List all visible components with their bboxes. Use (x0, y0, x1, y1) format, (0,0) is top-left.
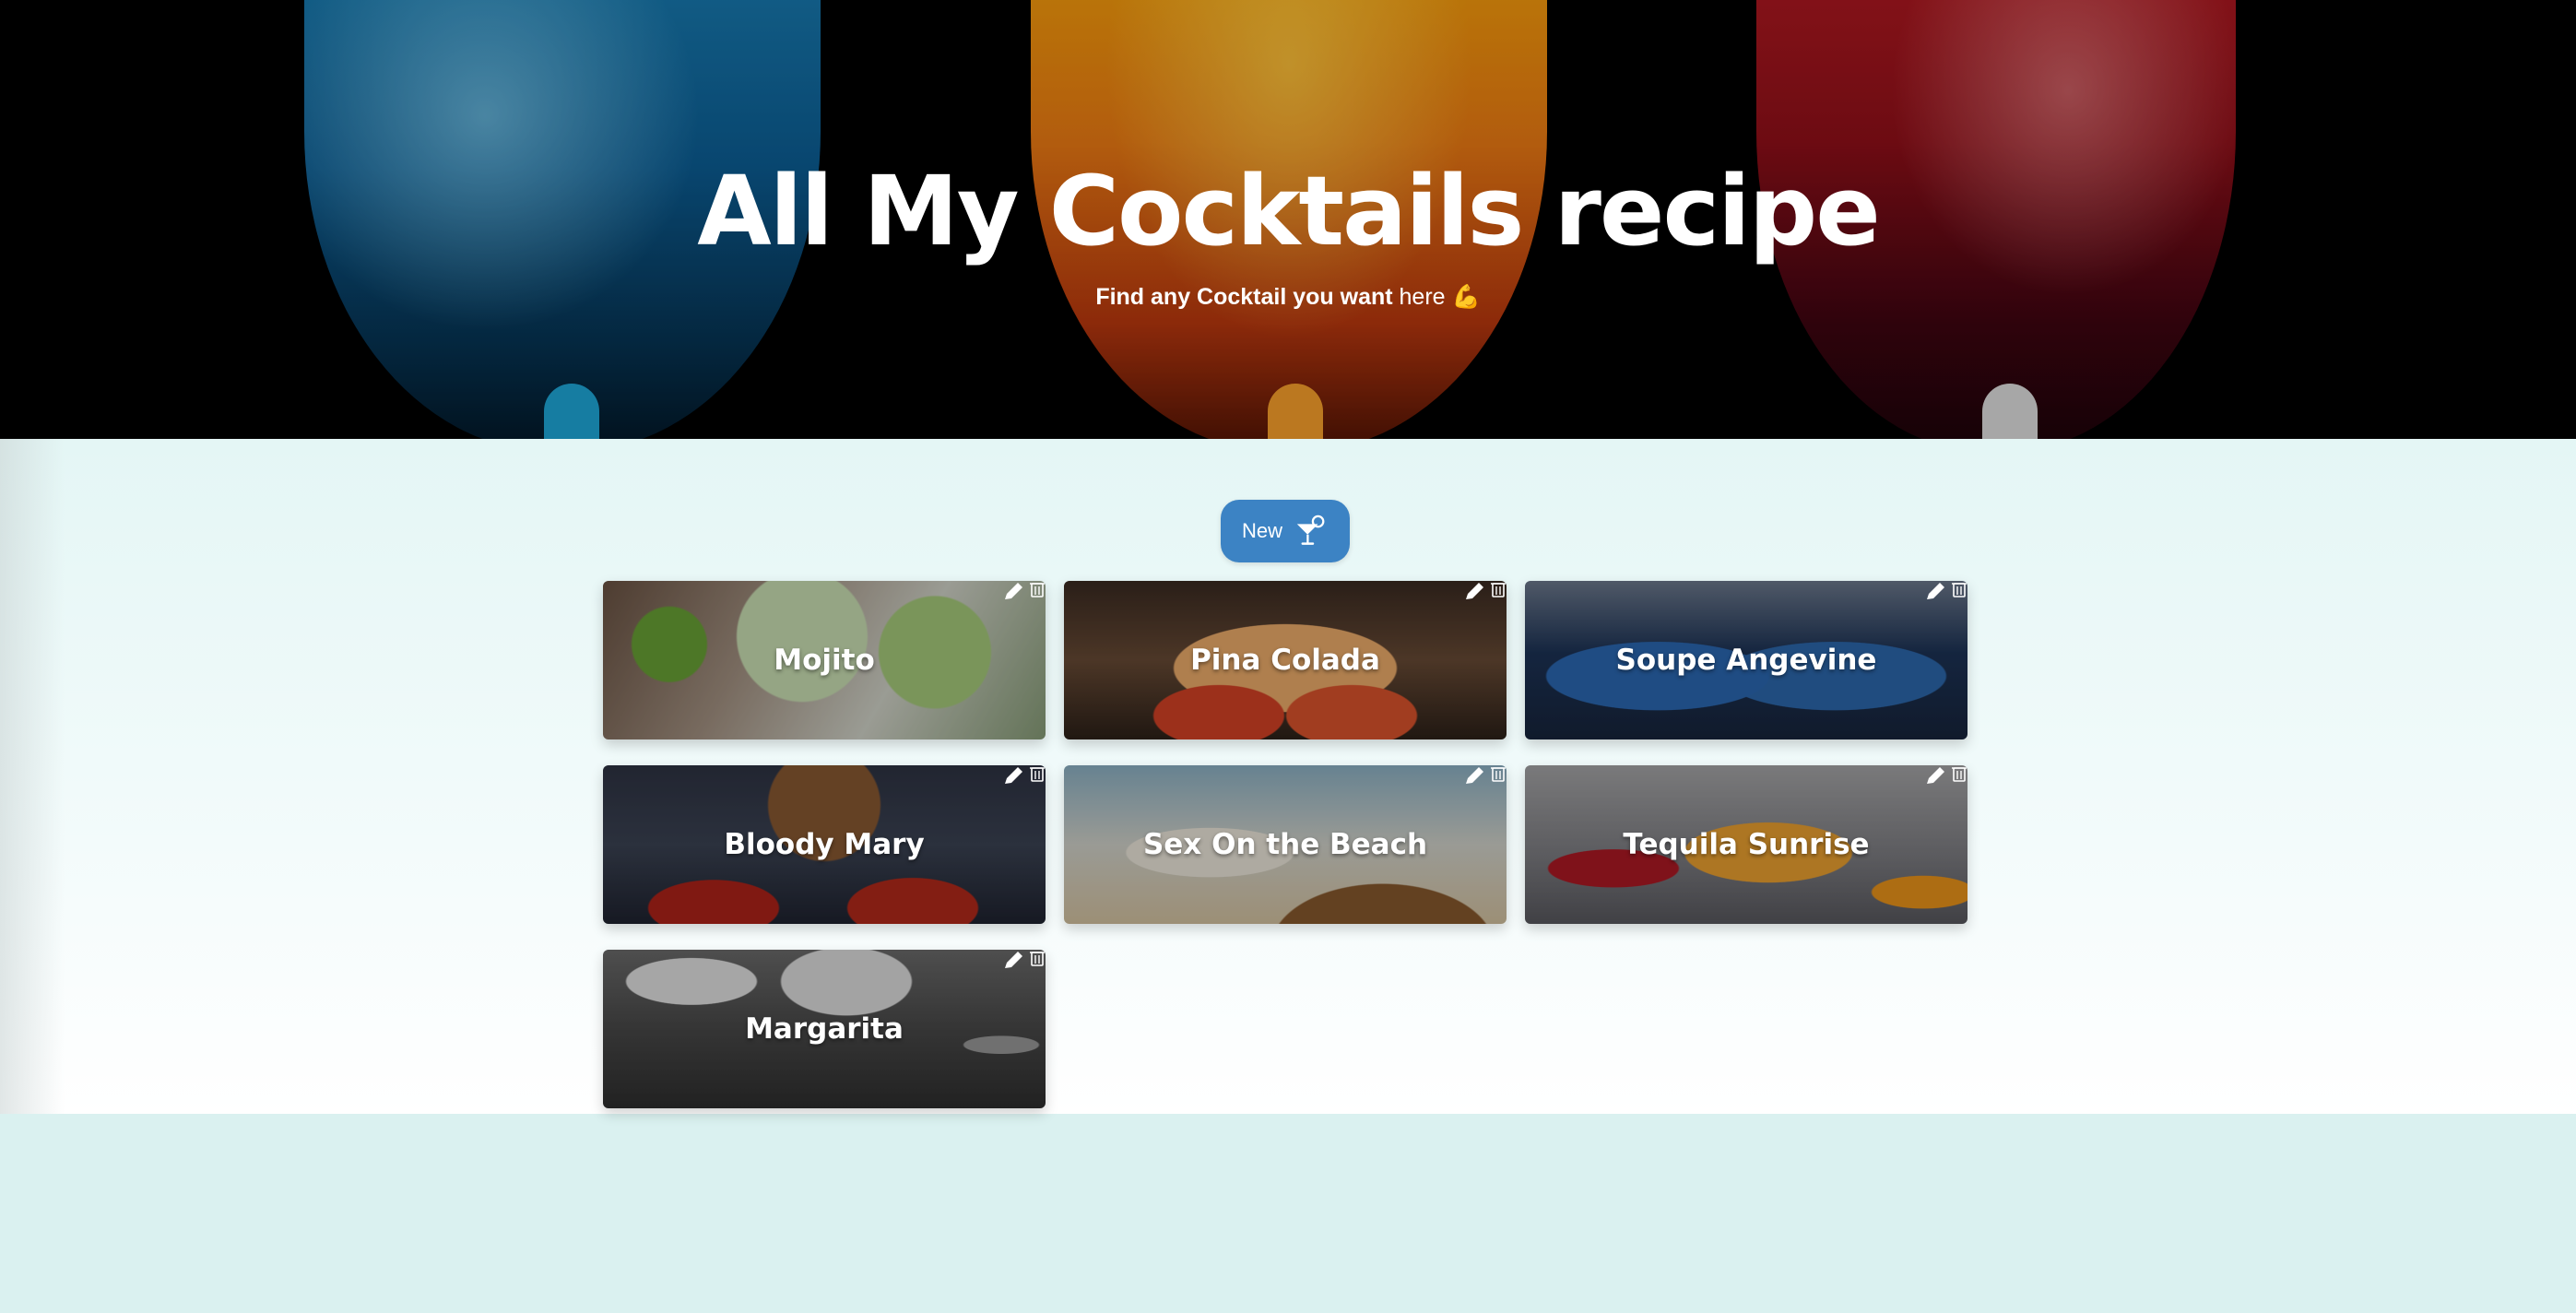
pencil-icon[interactable] (1001, 581, 1025, 601)
cocktail-name: Margarita (745, 1012, 904, 1046)
pencil-icon[interactable] (1462, 765, 1486, 786)
cocktail-name: Mojito (774, 644, 875, 677)
new-cocktail-button[interactable]: New (1221, 500, 1350, 562)
cocktail-name: Tequila Sunrise (1623, 828, 1870, 861)
flexed-biceps-icon: 💪 (1451, 284, 1481, 310)
subtitle-strong-text: Find any Cocktail you want (1095, 284, 1393, 310)
page-subtitle: Find any Cocktail you want here 💪 (0, 284, 2576, 311)
cocktail-name: Pina Colada (1190, 644, 1380, 677)
trash-icon[interactable] (1490, 581, 1507, 597)
trash-icon[interactable] (1029, 765, 1046, 782)
cocktail-list-section: New Mojito Pina Colada Soupe Angevine Bl… (0, 439, 2576, 1114)
cocktail-name: Sex On the Beach (1142, 828, 1428, 861)
trash-icon[interactable] (1951, 765, 1967, 782)
cocktail-name: Soupe Angevine (1615, 644, 1877, 677)
page-title: All My Cocktails recipe (697, 155, 1880, 267)
pencil-icon[interactable] (1923, 581, 1947, 601)
trash-icon[interactable] (1951, 581, 1967, 597)
pencil-icon[interactable] (1001, 765, 1025, 786)
cocktail-card-mojito[interactable]: Mojito (603, 581, 1046, 739)
trash-icon[interactable] (1029, 581, 1046, 597)
pencil-icon[interactable] (1001, 950, 1025, 970)
cocktail-card-pina-colada[interactable]: Pina Colada (1064, 581, 1507, 739)
cocktail-card-bloody-mary[interactable]: Bloody Mary (603, 765, 1046, 924)
cocktail-icon (1296, 515, 1325, 545)
trash-icon[interactable] (1029, 950, 1046, 966)
pencil-icon[interactable] (1923, 765, 1947, 786)
pencil-icon[interactable] (1462, 581, 1486, 601)
subtitle-text: here (1399, 284, 1446, 310)
cocktail-card-soupe-angevine[interactable]: Soupe Angevine (1525, 581, 1967, 739)
cocktail-card-tequila-sunrise[interactable]: Tequila Sunrise (1525, 765, 1967, 924)
cocktail-card-sex-on-the-beach[interactable]: Sex On the Beach (1064, 765, 1507, 924)
cocktail-name: Bloody Mary (724, 828, 925, 861)
trash-icon[interactable] (1490, 765, 1507, 782)
cocktail-grid: Mojito Pina Colada Soupe Angevine Bloody… (603, 581, 1967, 1108)
cocktail-card-margarita[interactable]: Margarita (603, 950, 1046, 1108)
hero-banner: All My Cocktails recipe Find any Cocktai… (0, 0, 2576, 439)
new-button-label: New (1241, 519, 1282, 542)
